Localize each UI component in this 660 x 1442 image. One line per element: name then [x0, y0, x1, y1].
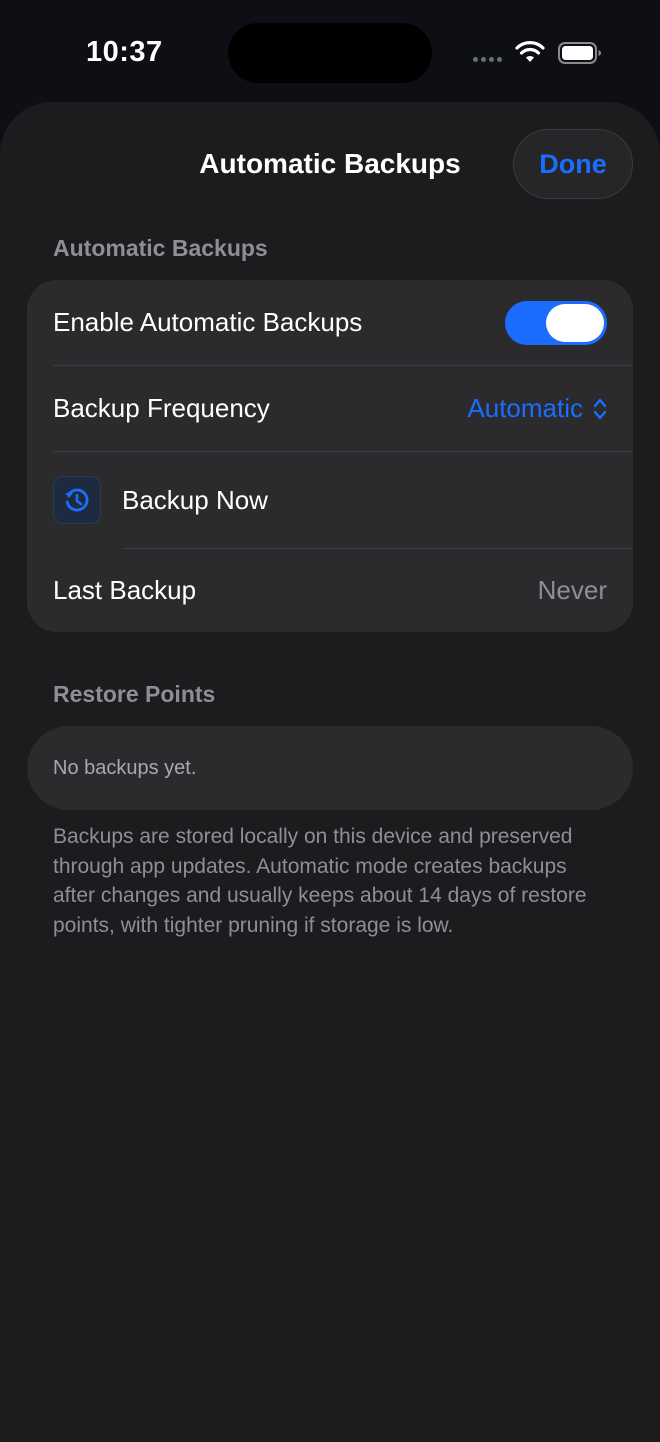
toggle-knob	[546, 303, 604, 342]
status-bar: 10:37	[0, 0, 660, 105]
last-backup-label: Last Backup	[53, 575, 197, 605]
backup-frequency-value: Automatic	[467, 393, 583, 423]
backup-frequency-picker[interactable]: Automatic	[467, 393, 607, 424]
dynamic-island	[228, 23, 432, 83]
enable-automatic-backups-label: Enable Automatic Backups	[53, 307, 363, 337]
history-icon	[65, 488, 89, 512]
automatic-backups-card: Enable Automatic Backups Backup Frequenc…	[27, 280, 633, 632]
backup-now-row[interactable]: Backup Now	[27, 452, 633, 548]
last-backup-value: Never	[537, 575, 607, 605]
done-button[interactable]: Done	[513, 129, 633, 199]
section-header-restore-points: Restore Points	[53, 681, 216, 707]
restore-points-card: No backups yet.	[27, 726, 633, 810]
backup-frequency-label: Backup Frequency	[53, 393, 270, 423]
last-backup-row: Last Backup Never	[27, 549, 633, 632]
enable-automatic-backups-toggle[interactable]	[505, 300, 607, 345]
cellular-signal-icon	[473, 57, 502, 62]
wifi-icon	[515, 41, 545, 62]
chevron-up-down-icon	[593, 398, 607, 419]
enable-automatic-backups-row: Enable Automatic Backups	[27, 280, 633, 365]
status-time: 10:37	[86, 36, 163, 68]
no-backups-text: No backups yet.	[53, 756, 197, 779]
restore-points-empty-row: No backups yet.	[27, 726, 633, 810]
section-header-automatic-backups: Automatic Backups	[53, 235, 268, 261]
backup-now-label: Backup Now	[122, 484, 268, 515]
automatic-backups-sheet: Automatic Backups Done Automatic Backups…	[0, 102, 660, 1442]
backup-info-footnote: Backups are stored locally on this devic…	[53, 825, 587, 937]
backup-frequency-row[interactable]: Backup Frequency Automatic	[27, 366, 633, 451]
backup-now-icon-box	[53, 476, 101, 524]
battery-icon	[558, 42, 601, 64]
